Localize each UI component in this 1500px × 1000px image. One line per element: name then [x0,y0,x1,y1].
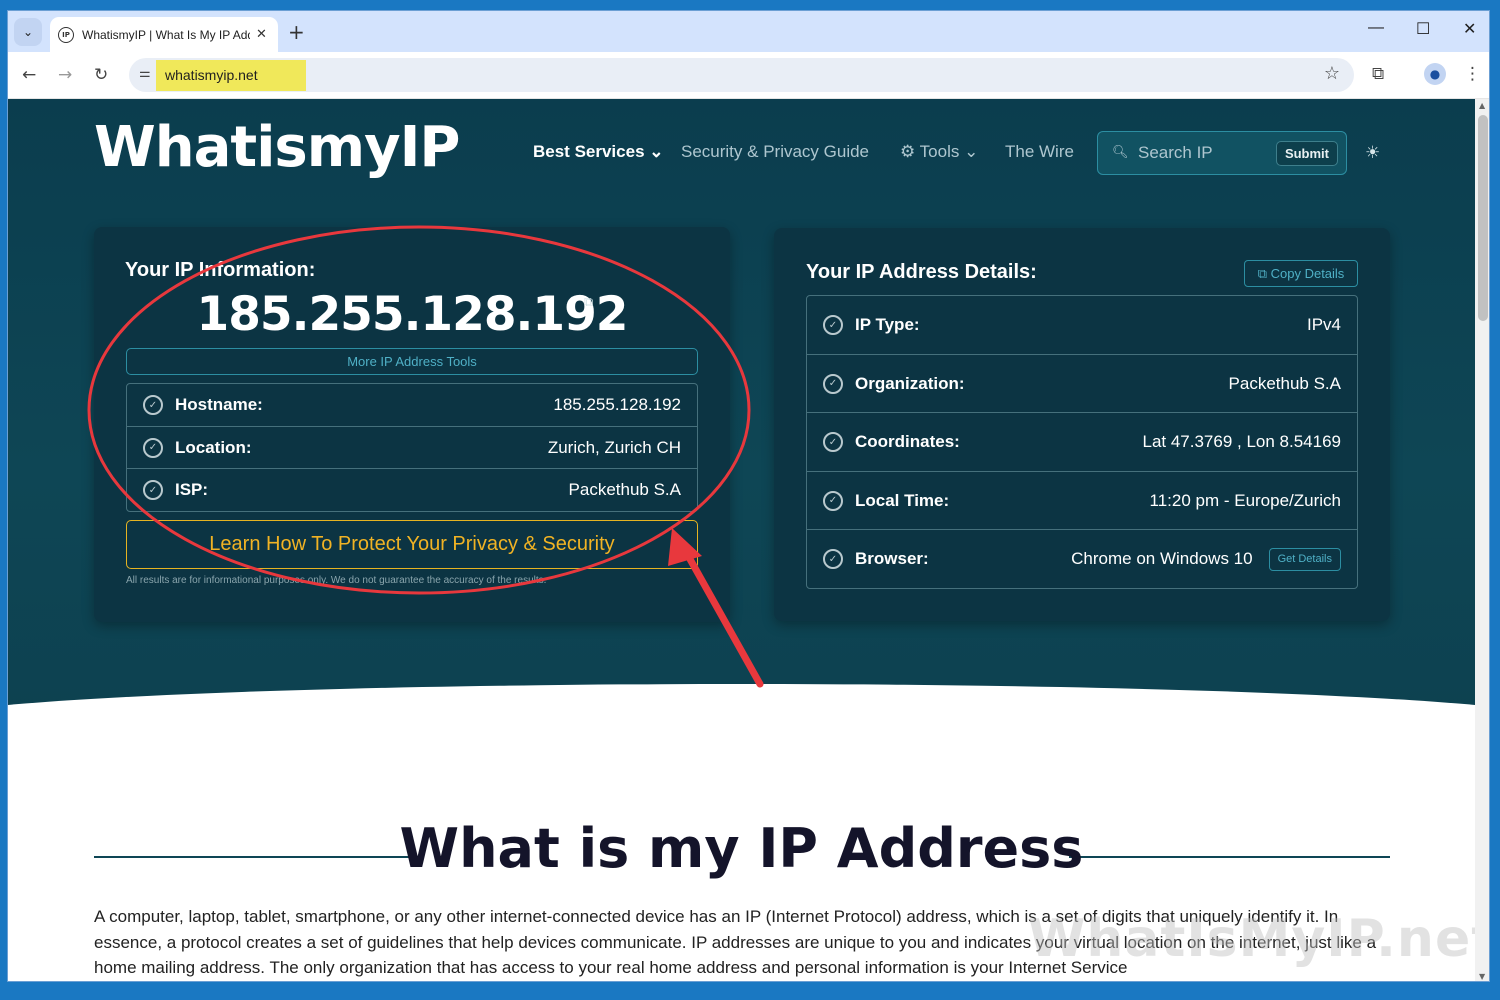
kebab-menu-icon[interactable]: ⋮ [1464,64,1481,84]
check-circle-icon: ✓ [823,315,843,335]
forward-arrow-icon[interactable]: → [58,65,72,85]
row-label: Browser: [855,549,929,568]
scrollbar-thumb[interactable] [1478,115,1488,321]
more-tools-button[interactable]: More IP Address Tools [126,348,698,375]
nav-tools[interactable]: ⚙ Tools ⌄ [900,142,978,162]
section-heading: What is my IP Address [399,817,1084,880]
row-label: Coordinates: [855,432,960,451]
row-value: 11:20 pm - Europe/Zurich [1149,490,1342,510]
scroll-up-icon[interactable]: ▲ [1479,101,1485,110]
plus-icon[interactable]: + [288,20,305,44]
search-icon: 🔍︎ [1112,145,1129,160]
back-arrow-icon[interactable]: ← [22,65,36,85]
row-label: ISP: [175,480,209,499]
scroll-down-icon[interactable]: ▼ [1479,972,1485,981]
web-page: WhatismyIP Best Services ⌄ Security & Pr… [8,99,1475,981]
puzzle-icon[interactable]: ⧉ [1372,64,1384,84]
row-label: Organization: [855,373,965,393]
check-circle-icon: ✓ [143,480,163,500]
browser-window: ⌄ IP WhatismyIP | What Is My IP Address … [7,10,1490,982]
check-circle-icon: ✓ [823,549,843,569]
tab-strip: ⌄ IP WhatismyIP | What Is My IP Address … [8,11,1489,52]
url-text[interactable]: whatismyip.net [165,67,258,83]
nav-security-guide[interactable]: Security & Privacy Guide [681,142,869,162]
table-row: ✓ Browser: Chrome on Windows 10 Get Deta… [807,530,1357,588]
row-label: Location: [175,437,252,457]
table-row: ✓ Organization: Packethub S.A [807,355,1357,413]
site-logo[interactable]: WhatismyIP [94,115,460,180]
gear-icon: ⚙ [900,142,916,161]
nav-best-services[interactable]: Best Services ⌄ [533,142,664,162]
row-label: Local Time: [855,490,950,510]
copy-details-button[interactable]: ⧉ Copy Details [1244,260,1358,287]
search-input[interactable]: Search IP [1138,143,1213,163]
minimize-icon[interactable]: — [1368,19,1384,37]
watermark-logo: WhatIsMyIP.net [1028,909,1475,969]
ip-details-title: Your IP Address Details: [806,261,1037,283]
table-row: ✓ Location: Zurich, Zurich CH [127,427,697,469]
maximize-icon[interactable]: ☐ [1416,19,1430,39]
row-value: Packethub S.A [568,480,681,499]
ip-address: 185.255.128.192 [196,287,629,342]
row-value: IPv4 [1306,315,1341,334]
row-value: Packethub S.A [1228,373,1341,393]
row-label: IP Type: [855,315,920,334]
protect-privacy-button[interactable]: Learn How To Protect Your Privacy & Secu… [126,520,698,569]
theme-toggle-icon[interactable]: ☀ [1365,143,1380,163]
row-label: Hostname: [175,395,263,414]
address-bar[interactable]: ⚌ whatismyip.net ☆ [129,58,1354,92]
person-icon[interactable]: ● [1424,63,1446,85]
table-row: ✓ ISP: Packethub S.A [127,469,697,511]
ip-info-card: Your IP Information: 185.255.128.192 ⧉ M… [94,227,730,622]
ip-info-title: Your IP Information: [125,259,316,281]
table-row: ✓ Local Time: 11:20 pm - Europe/Zurich [807,472,1357,530]
star-icon[interactable]: ☆ [1324,63,1340,84]
chevron-down-icon: ⌄ [964,142,979,161]
table-row: ✓ IP Type: IPv4 [807,296,1357,355]
check-circle-icon: ✓ [143,395,163,415]
tab-active[interactable]: IP WhatismyIP | What Is My IP Address ✕ [50,17,278,52]
check-circle-icon: ✓ [823,490,843,511]
ip-info-table: ✓ Hostname: 185.255.128.192 ✓ Location: … [126,383,698,512]
favicon-icon: IP [58,26,74,43]
window-close-icon[interactable]: ✕ [1463,19,1476,39]
search-box[interactable]: 🔍︎ Search IP Submit [1097,131,1347,175]
check-circle-icon: ✓ [143,437,163,458]
chevron-down-icon: ⌄ [649,142,664,161]
table-row: ✓ Coordinates: Lat 47.3769 , Lon 8.54169 [807,413,1357,472]
row-value: Zurich, Zurich CH [547,437,681,457]
ip-details-table: ✓ IP Type: IPv4 ✓ Organization: Packethu… [806,295,1358,589]
tune-icon[interactable]: ⚌ [139,66,151,81]
close-icon[interactable]: ✕ [256,27,267,42]
scrollbar[interactable]: ▲ ▼ [1475,99,1489,981]
reload-icon[interactable]: ↻ [94,65,108,85]
copy-icon: ⧉ [1257,266,1267,281]
check-circle-icon: ✓ [823,373,843,394]
chevron-down-icon[interactable]: ⌄ [14,18,42,46]
disclaimer-text: All results are for informational purpos… [126,575,547,586]
row-value: Lat 47.3769 , Lon 8.54169 [1142,432,1341,451]
browser-toolbar: ← → ↻ ⚌ whatismyip.net ☆ ⧉ ● ⋮ [8,52,1489,99]
ip-details-card: Your IP Address Details: ⧉ Copy Details … [774,228,1390,621]
table-row: ✓ Hostname: 185.255.128.192 [127,384,697,427]
get-details-button[interactable]: Get Details [1268,547,1341,571]
row-value: Chrome on Windows 10 [1071,549,1253,568]
row-value: 185.255.128.192 [553,395,681,414]
tab-title: WhatismyIP | What Is My IP Address [82,27,250,42]
copy-icon[interactable]: ⧉ [584,295,593,310]
check-circle-icon: ✓ [823,432,843,452]
submit-button[interactable]: Submit [1275,141,1338,166]
nav-the-wire[interactable]: The Wire [1005,142,1074,162]
